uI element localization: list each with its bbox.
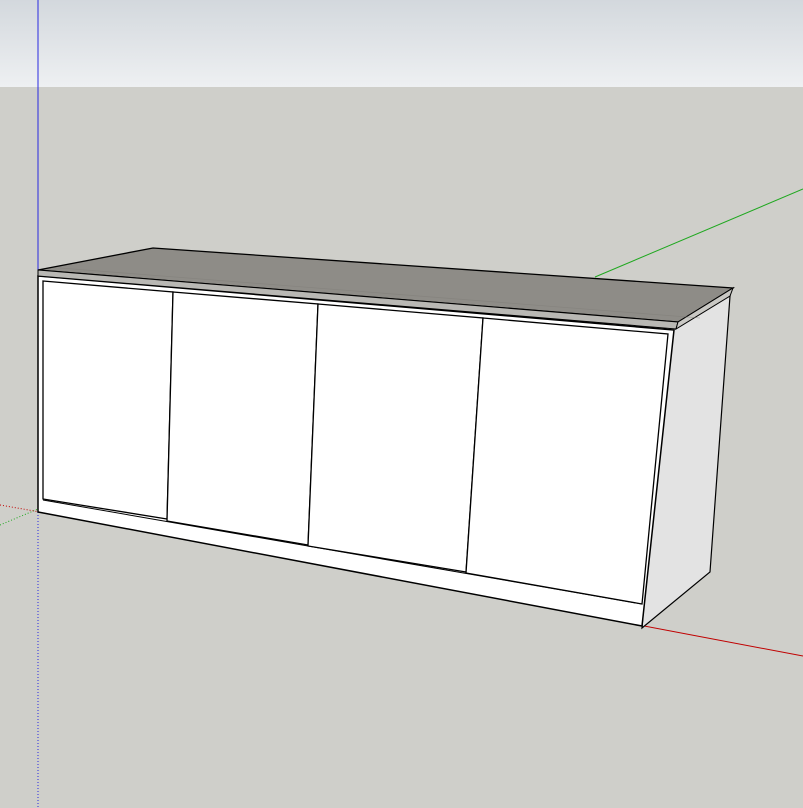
3d-scene[interactable]	[0, 0, 803, 808]
cabinet-door-3[interactable]	[307, 303, 484, 573]
cabinet-door-4[interactable]	[465, 317, 669, 605]
modeling-viewport[interactable]	[0, 0, 803, 808]
sky	[0, 0, 803, 87]
cabinet-door-2[interactable]	[166, 291, 319, 546]
cabinet-door-1[interactable]	[42, 280, 174, 520]
